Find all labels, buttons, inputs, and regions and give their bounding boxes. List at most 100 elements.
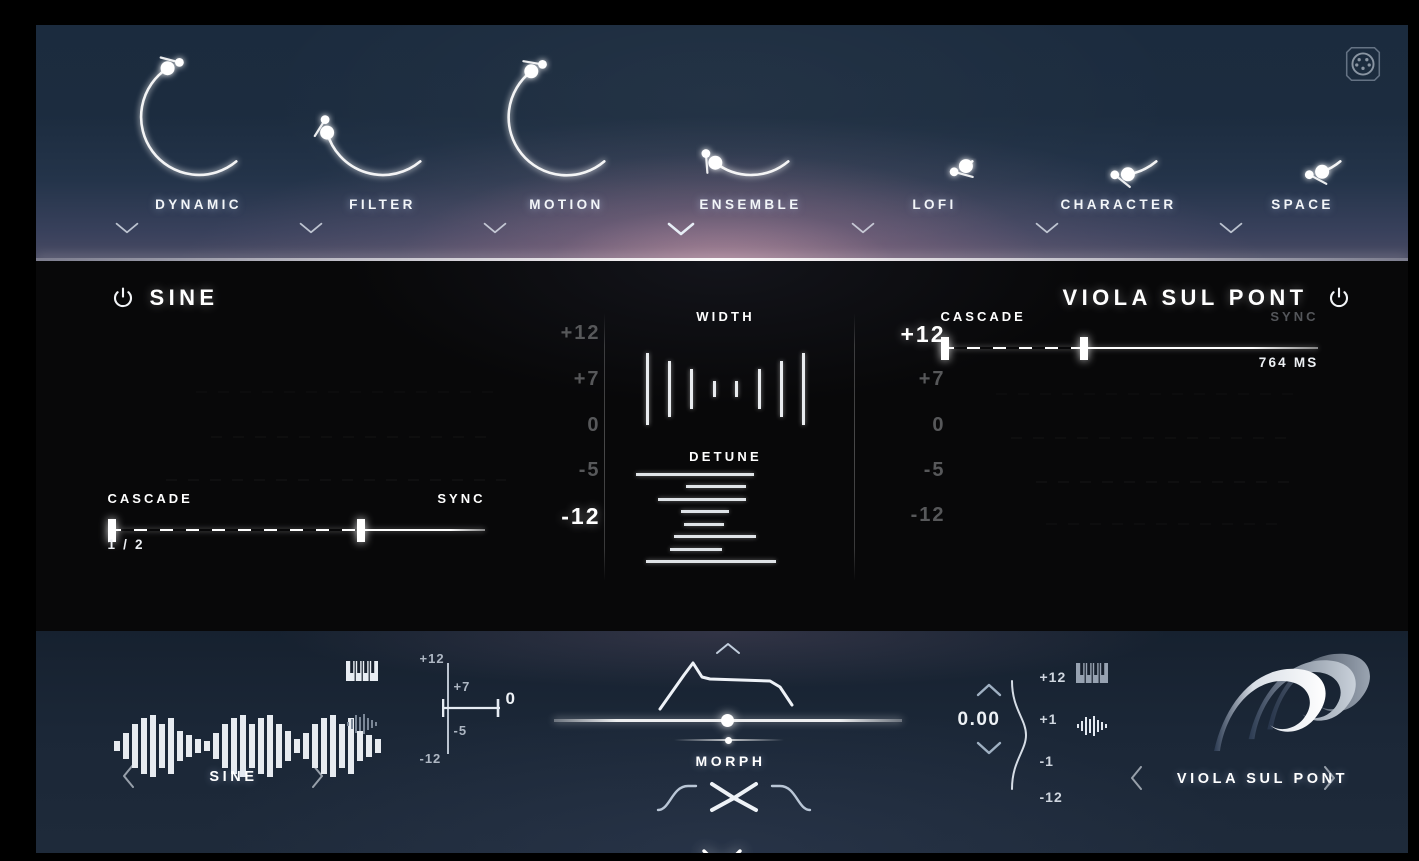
wave-bar: [257, 717, 264, 774]
macro-knob-character[interactable]: CHARACTER: [1034, 33, 1204, 235]
wave-bar: [293, 738, 300, 753]
right-layer-name[interactable]: VIOLA SUL PONT: [1063, 285, 1308, 311]
right-pitch-scale[interactable]: +12 +1 -1 -12: [1006, 669, 1086, 805]
wave-bar: [221, 723, 228, 768]
crossfade-icon[interactable]: [656, 776, 812, 818]
width-bar: [667, 360, 671, 417]
cascade-dash-left: [107, 528, 361, 531]
pitch-step[interactable]: +7: [856, 369, 946, 389]
cascade-fill-left: [360, 529, 486, 531]
sync-label-right[interactable]: SYNC: [1270, 309, 1318, 324]
knob-arc[interactable]: [482, 33, 652, 201]
morph-handle[interactable]: [721, 713, 734, 727]
macro-header: DYNAMIC FILTER MOTION ENSEMBLE LOFI CHARACTER…: [35, 24, 1408, 261]
plugin-window: DYNAMIC FILTER MOTION ENSEMBLE LOFI CHARACTER…: [35, 24, 1408, 853]
pitch-step[interactable]: +12: [511, 323, 601, 343]
wave-bar: [203, 740, 210, 751]
left-pitch-value: 0: [505, 688, 516, 708]
wave-bar: [302, 732, 309, 759]
right-value[interactable]: 0.00: [958, 709, 1001, 731]
left-pitch-rail[interactable]: [441, 661, 512, 756]
knob-arc[interactable]: [114, 33, 284, 201]
macro-chevron-down-icon[interactable]: [298, 221, 468, 235]
cascade-value-left: 1 / 2: [107, 536, 145, 552]
sync-label-left[interactable]: SYNC: [437, 491, 485, 506]
wave-bar: [266, 714, 273, 777]
macro-chevron-down-icon[interactable]: [1034, 221, 1204, 235]
pitch-step[interactable]: -5: [856, 460, 946, 480]
stepper-down-icon[interactable]: [974, 739, 1004, 757]
width-bar: [645, 352, 649, 425]
pitch-step[interactable]: 0: [856, 415, 946, 435]
knob-arc[interactable]: [666, 33, 836, 201]
detune-lines[interactable]: [635, 472, 856, 569]
piano-keys-icon-right[interactable]: [1075, 662, 1108, 683]
macro-chevron-down-icon[interactable]: [1218, 221, 1388, 235]
width-bar: [735, 380, 739, 397]
cascade-track-left[interactable]: [107, 518, 486, 542]
detune-line: [685, 485, 746, 488]
wave-bar: [158, 723, 165, 768]
cascade-slider-right[interactable]: CASCADE SYNC 764 MS: [940, 309, 1319, 370]
scale-step[interactable]: -12: [1040, 789, 1063, 805]
cascade-handle-right[interactable]: [1080, 336, 1089, 360]
right-next-icon[interactable]: [1318, 763, 1340, 793]
knob-arc[interactable]: [298, 33, 468, 201]
width-label: WIDTH: [696, 308, 755, 324]
power-icon-right[interactable]: [1328, 287, 1350, 309]
wave-bar: [230, 717, 237, 774]
width-bar: [712, 380, 716, 397]
wave-bar: [212, 732, 219, 759]
knob-arc[interactable]: [850, 33, 1020, 201]
macro-knob-ensemble[interactable]: ENSEMBLE: [666, 33, 836, 237]
waveform-icon-left[interactable]: [346, 713, 378, 735]
right-preset-name[interactable]: VIOLA SUL PONT: [1148, 771, 1378, 787]
scale-step[interactable]: -1: [1040, 753, 1054, 769]
wave-bar: [239, 714, 246, 777]
left-pitch-control[interactable]: +12 +7 -5 -12 0: [406, 651, 526, 766]
scale-bracket-icon: [1010, 679, 1027, 790]
scale-step[interactable]: +1: [1040, 711, 1058, 727]
macro-knob-lofi[interactable]: LOFI: [850, 33, 1020, 235]
wave-bar: [140, 717, 147, 774]
macro-chevron-down-icon[interactable]: [666, 221, 836, 237]
pitch-step[interactable]: -12: [511, 504, 601, 528]
macro-chevron-down-icon[interactable]: [850, 221, 1020, 235]
ensemble-panel: SINE VIOLA SUL PONT CASCADE SYNC 1 / 2 C…: [35, 260, 1408, 631]
scale-step[interactable]: +12: [1040, 669, 1067, 685]
left-next-icon[interactable]: [306, 761, 328, 791]
wave-bar: [167, 717, 174, 774]
stepper-up-icon[interactable]: [974, 681, 1004, 699]
piano-keys-icon-left[interactable]: [345, 660, 378, 681]
pitch-step[interactable]: 0: [511, 415, 601, 435]
macro-knob-filter[interactable]: FILTER: [298, 33, 468, 235]
midi-din-icon[interactable]: [1340, 41, 1386, 87]
macro-chevron-down-icon[interactable]: [482, 221, 652, 235]
waveform-icon-right[interactable]: [1076, 715, 1108, 737]
macro-knob-dynamic[interactable]: DYNAMIC: [114, 33, 284, 235]
macro-knob-motion[interactable]: MOTION: [482, 33, 652, 235]
pitch-step[interactable]: -12: [856, 505, 946, 525]
detune-line: [645, 560, 776, 563]
width-bar: [802, 352, 806, 425]
morph-sub-handle[interactable]: [724, 736, 732, 744]
pitch-step[interactable]: +12: [856, 322, 946, 346]
wave-bar: [122, 732, 129, 759]
cascade-slider-left[interactable]: CASCADE SYNC 1 / 2: [107, 491, 486, 552]
macro-chevron-down-icon[interactable]: [114, 221, 284, 235]
width-bars[interactable]: [645, 339, 806, 439]
morph-envelope-curve: [658, 661, 793, 710]
left-layer-name[interactable]: SINE: [150, 285, 219, 311]
left-prev-icon[interactable]: [118, 761, 140, 791]
right-prev-icon[interactable]: [1126, 763, 1148, 793]
pitch-step[interactable]: -5: [511, 460, 601, 480]
power-icon-left[interactable]: [112, 287, 134, 309]
pitch-step[interactable]: +7: [511, 369, 601, 389]
cascade-track-right[interactable]: [940, 336, 1319, 360]
knob-arc[interactable]: [1034, 33, 1204, 201]
cascade-handle-left[interactable]: [356, 518, 365, 542]
morph-control[interactable]: MORPH: [536, 631, 916, 853]
left-preset-name[interactable]: SINE: [144, 769, 324, 785]
panel-divider-left: [603, 312, 605, 581]
detune-line: [683, 522, 724, 526]
